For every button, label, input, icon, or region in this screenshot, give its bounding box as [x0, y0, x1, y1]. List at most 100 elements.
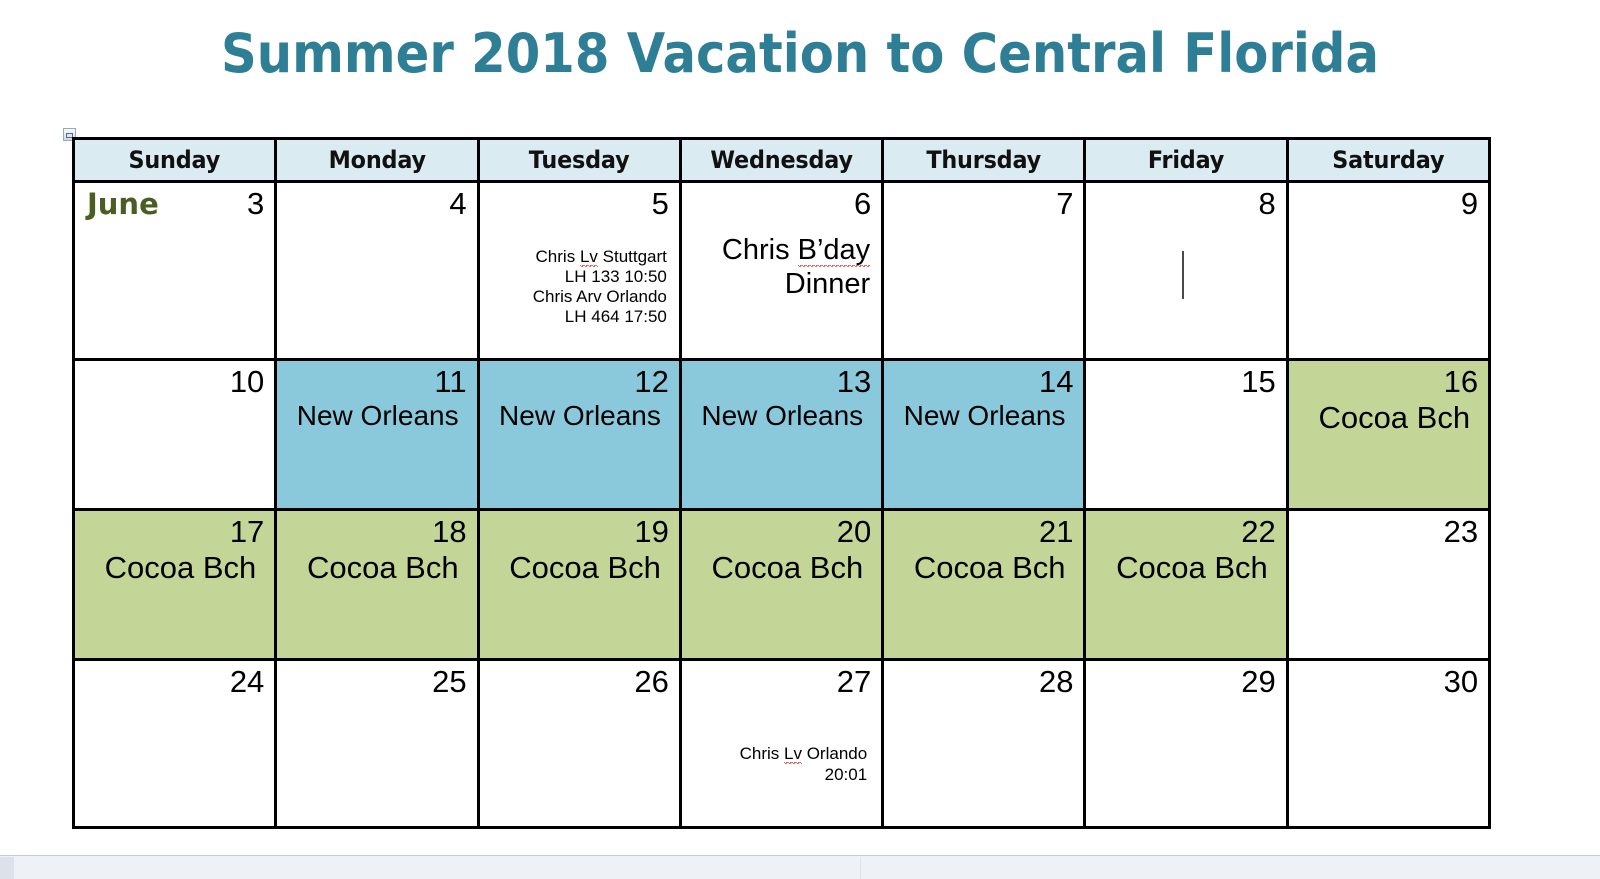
day-event-text: Cocoa Bch — [104, 550, 257, 585]
day-event-text: Chris B’day Dinner — [692, 233, 871, 301]
day-cell-4[interactable]: 4 — [274, 180, 480, 361]
day-event-text: Chris Lv Orlando 20:01 — [692, 743, 871, 785]
day-number: 20 — [836, 514, 872, 549]
day-cell-8[interactable]: 8 — [1083, 180, 1289, 361]
day-event-text: New Orleans — [296, 400, 459, 431]
day-number: 10 — [229, 364, 265, 399]
day-cell-25[interactable]: 25 — [274, 658, 480, 829]
day-number: 5 — [651, 186, 669, 221]
day-number: 24 — [229, 664, 265, 699]
day-cell-5[interactable]: 5 Chris Lv Stuttgart LH 133 10:50 Chris … — [476, 180, 682, 361]
calendar-table: Sunday Monday Tuesday Wednesday Thursday… — [71, 137, 1492, 829]
day-cell-18[interactable]: 18 Cocoa Bch — [274, 508, 480, 661]
day-number: 18 — [432, 514, 467, 549]
weekday-header-label: Friday — [1147, 146, 1225, 174]
day-number: 16 — [1443, 364, 1479, 399]
day-cell-16[interactable]: 16 Cocoa Bch — [1285, 358, 1492, 511]
day-cell-7[interactable]: 7 — [881, 180, 1087, 361]
day-number: 26 — [634, 664, 669, 699]
day-cell-19[interactable]: 19 Cocoa Bch — [476, 508, 682, 661]
misspelled-word: B’day — [797, 234, 871, 267]
day-number: 8 — [1258, 186, 1276, 221]
day-cell-15[interactable]: 15 — [1083, 358, 1289, 511]
day-cell-30[interactable]: 30 — [1285, 658, 1492, 829]
day-cell-21[interactable]: 21 Cocoa Bch — [881, 508, 1087, 661]
day-cell-17[interactable]: 17 Cocoa Bch — [71, 508, 278, 661]
scrollbar-tick — [860, 857, 861, 879]
page-title: Summer 2018 Vacation to Central Florida — [220, 22, 1380, 85]
day-number: 25 — [432, 664, 467, 699]
event-text-part: Chris — [739, 744, 785, 763]
day-cell-12[interactable]: 12 New Orleans — [476, 358, 682, 511]
day-number: 9 — [1460, 186, 1479, 221]
weekday-header-label: Wednesday — [710, 146, 853, 174]
day-cell-29[interactable]: 29 — [1083, 658, 1289, 829]
day-number: 17 — [229, 514, 265, 549]
day-number: 7 — [1056, 186, 1074, 221]
day-event-text: New Orleans — [701, 400, 864, 431]
weekday-header-thursday: Thursday — [881, 137, 1087, 183]
weekday-header-wednesday: Wednesday — [678, 137, 885, 183]
calendar-week-row: 24 25 26 27 Chris Lv Orlando 20:01 28 29… — [71, 658, 1492, 829]
day-cell-22[interactable]: 22 Cocoa Bch — [1083, 508, 1289, 661]
day-event-text: Cocoa Bch — [1318, 400, 1471, 435]
calendar-week-row: 17 Cocoa Bch 18 Cocoa Bch 19 Cocoa Bch 2… — [71, 508, 1492, 661]
day-number: 12 — [634, 364, 669, 399]
day-cell-14[interactable]: 14 New Orleans — [881, 358, 1087, 511]
weekday-header-label: Thursday — [926, 146, 1042, 174]
day-event-text: Cocoa Bch — [711, 550, 864, 585]
day-cell-6[interactable]: 6 Chris B’day Dinner — [678, 180, 885, 361]
day-cell-20[interactable]: 20 Cocoa Bch — [678, 508, 885, 661]
day-number: 19 — [634, 514, 669, 549]
calendar-header-row: Sunday Monday Tuesday Wednesday Thursday… — [71, 137, 1492, 183]
day-cell-26[interactable]: 26 — [476, 658, 682, 829]
day-number: 4 — [449, 186, 467, 221]
day-number: 21 — [1039, 514, 1074, 549]
event-text-part: Chris — [535, 247, 580, 266]
day-number: 14 — [1039, 364, 1074, 399]
weekday-header-friday: Friday — [1083, 137, 1289, 183]
day-number: 28 — [1039, 664, 1074, 699]
day-cell-13[interactable]: 13 New Orleans — [678, 358, 885, 511]
day-event-text: Cocoa Bch — [1116, 550, 1268, 585]
calendar-week-row: 10 11 New Orleans 12 New Orleans 13 New … — [71, 358, 1492, 511]
day-cell-9[interactable]: 9 — [1285, 180, 1492, 361]
day-cell-11[interactable]: 11 New Orleans — [274, 358, 480, 511]
day-event-text: New Orleans — [499, 400, 661, 431]
weekday-header-label: Saturday — [1332, 146, 1445, 174]
event-text-part: Orlando 20:01 — [806, 744, 868, 784]
day-cell-27[interactable]: 27 Chris Lv Orlando 20:01 — [678, 658, 885, 829]
weekday-header-label: Tuesday — [528, 146, 630, 174]
month-label: June — [87, 187, 159, 221]
day-number: 30 — [1443, 664, 1479, 699]
text-cursor-caret — [1182, 251, 1185, 299]
day-cell-24[interactable]: 24 — [71, 658, 278, 829]
day-cell-28[interactable]: 28 — [881, 658, 1087, 829]
event-text-part: Chris — [721, 234, 798, 266]
day-number: 22 — [1241, 514, 1276, 549]
weekday-header-sunday: Sunday — [71, 137, 278, 183]
day-number: 27 — [836, 664, 872, 699]
horizontal-scrollbar[interactable] — [0, 855, 1600, 879]
day-cell-3[interactable]: June 3 — [71, 180, 278, 361]
weekday-header-tuesday: Tuesday — [476, 137, 682, 183]
day-event-text: Chris Lv Stuttgart LH 133 10:50 Chris Ar… — [490, 247, 669, 327]
day-cell-10[interactable]: 10 — [71, 358, 278, 511]
weekday-header-label: Monday — [328, 146, 426, 174]
weekday-header-saturday: Saturday — [1285, 137, 1492, 183]
event-text-part: Dinner — [784, 268, 871, 300]
misspelled-word: Lv — [579, 247, 598, 267]
day-number: 23 — [1443, 514, 1479, 549]
day-event-text: New Orleans — [903, 400, 1066, 431]
day-event-text: Cocoa Bch — [509, 550, 661, 585]
calendar-week-row: June 3 4 5 Chris Lv Stuttgart LH 133 10:… — [71, 180, 1492, 361]
day-number: 29 — [1241, 664, 1276, 699]
misspelled-word: Lv — [784, 744, 802, 764]
scrollbar-thumb[interactable] — [0, 857, 14, 879]
day-cell-23[interactable]: 23 — [1285, 508, 1492, 661]
day-event-text: Cocoa Bch — [913, 550, 1066, 585]
day-number: 11 — [434, 364, 467, 399]
day-number: 6 — [853, 186, 872, 221]
day-number: 13 — [836, 364, 872, 399]
weekday-header-label: Sunday — [128, 146, 221, 174]
